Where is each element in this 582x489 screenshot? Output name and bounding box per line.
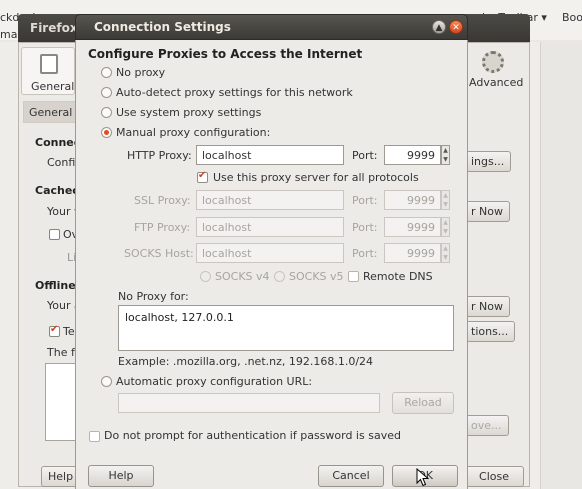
socks-host-input[interactable]: localhost	[196, 243, 344, 263]
http-port-label: Port:	[352, 149, 378, 162]
no-proxy-for-input[interactable]: localhost, 127.0.0.1	[118, 305, 454, 351]
auto-detect-radio[interactable]	[101, 87, 112, 98]
offline-heading: Offline	[35, 279, 76, 292]
cancel-button[interactable]: Cancel	[318, 465, 384, 487]
remote-dns-label[interactable]: Remote DNS	[363, 270, 433, 283]
http-proxy-input[interactable]: localhost	[196, 145, 344, 165]
prefs-close-button[interactable]: Close	[464, 466, 524, 487]
no-prompt-label[interactable]: Do not prompt for authentication if pass…	[104, 429, 401, 442]
no-proxy-example: Example: .mozilla.org, .net.nz, 192.168.…	[118, 355, 374, 368]
prefs-window-title: Firefox	[30, 21, 78, 35]
socks-port-stepper[interactable]: ▲ ▼	[441, 243, 450, 263]
ssl-port-label: Port:	[352, 194, 378, 207]
mouse-cursor-icon	[416, 468, 430, 487]
clear-offline-button[interactable]: r Now	[464, 296, 510, 317]
use-for-all-checkbox[interactable]	[197, 170, 208, 183]
http-port-stepper[interactable]: ▲ ▼	[441, 145, 450, 165]
subtab-general[interactable]: General	[23, 101, 79, 123]
maximize-icon[interactable]: ▲	[432, 20, 446, 34]
dialog-body: Configure Proxies to Access the Internet…	[75, 40, 468, 489]
ssl-proxy-label: SSL Proxy:	[134, 194, 191, 207]
socks-v4-radio[interactable]	[200, 271, 211, 282]
socks-v4-label[interactable]: SOCKS v4	[215, 270, 270, 283]
system-proxy-label[interactable]: Use system proxy settings	[116, 106, 261, 119]
socks-v5-label[interactable]: SOCKS v5	[289, 270, 344, 283]
http-port-input[interactable]: 9999	[384, 145, 441, 165]
settings-button[interactable]: ings...	[464, 151, 512, 172]
socks-port-label: Port:	[352, 247, 378, 260]
ftp-proxy-input[interactable]: localhost	[196, 217, 344, 237]
reload-button[interactable]: Reload	[392, 392, 454, 414]
manual-proxy-label[interactable]: Manual proxy configuration:	[116, 126, 270, 139]
remove-button[interactable]: ove...	[464, 415, 509, 436]
remote-dns-checkbox[interactable]	[348, 271, 359, 282]
dialog-heading: Configure Proxies to Access the Internet	[88, 47, 363, 61]
tell-me-checkbox[interactable]	[49, 324, 60, 337]
no-proxy-label[interactable]: No proxy	[116, 66, 165, 79]
socks-host-label: SOCKS Host:	[124, 247, 194, 260]
ftp-port-stepper[interactable]: ▲ ▼	[441, 217, 450, 237]
auto-url-input[interactable]	[118, 393, 380, 413]
auto-detect-label[interactable]: Auto-detect proxy settings for this netw…	[116, 86, 353, 99]
http-proxy-label: HTTP Proxy:	[127, 149, 192, 162]
exceptions-button[interactable]: tions...	[464, 321, 516, 342]
ftp-port-input[interactable]: 9999	[384, 217, 441, 237]
auto-url-radio[interactable]	[101, 376, 112, 387]
ssl-port-stepper[interactable]: ▲ ▼	[441, 190, 450, 210]
dialog-titlebar[interactable]: Connection Settings ▲ ✕	[75, 14, 468, 40]
menu-fragment[interactable]: ma	[0, 28, 17, 41]
ftp-proxy-label: FTP Proxy:	[134, 221, 191, 234]
auto-url-label[interactable]: Automatic proxy configuration URL:	[116, 375, 312, 388]
socks-v5-radio[interactable]	[274, 271, 285, 282]
browser-right-area	[540, 42, 582, 489]
cached-heading: Cachec	[35, 184, 79, 197]
no-proxy-for-label: No Proxy for:	[118, 290, 189, 303]
override-checkbox[interactable]	[49, 229, 60, 240]
subtab-general-label: General	[29, 106, 73, 119]
use-for-all-label[interactable]: Use this proxy server for all protocols	[213, 171, 419, 184]
tab-advanced-label[interactable]: Advanced	[469, 76, 523, 89]
bookmark-fragment-2[interactable]: Boo	[562, 11, 582, 24]
ftp-port-label: Port:	[352, 221, 378, 234]
switch-icon	[40, 54, 58, 74]
ssl-port-input[interactable]: 9999	[384, 190, 441, 210]
dialog-title: Connection Settings	[94, 20, 231, 34]
help-button[interactable]: Help	[88, 465, 154, 487]
manual-proxy-radio[interactable]	[101, 127, 112, 138]
close-icon[interactable]: ✕	[449, 20, 463, 34]
ssl-proxy-input[interactable]: localhost	[196, 190, 344, 210]
connection-heading: Connec	[35, 136, 81, 149]
clear-cache-button[interactable]: r Now	[464, 201, 510, 222]
socks-port-input[interactable]: 9999	[384, 243, 441, 263]
tab-general-label: General	[31, 80, 75, 93]
configure-text: Confi	[47, 156, 76, 169]
gear-icon[interactable]	[482, 51, 504, 73]
tab-general[interactable]: General	[21, 47, 75, 95]
connection-settings-dialog: Connection Settings ▲ ✕ Configure Proxie…	[75, 14, 468, 489]
system-proxy-radio[interactable]	[101, 107, 112, 118]
no-prompt-checkbox[interactable]	[89, 431, 100, 442]
no-proxy-radio[interactable]	[101, 67, 112, 78]
